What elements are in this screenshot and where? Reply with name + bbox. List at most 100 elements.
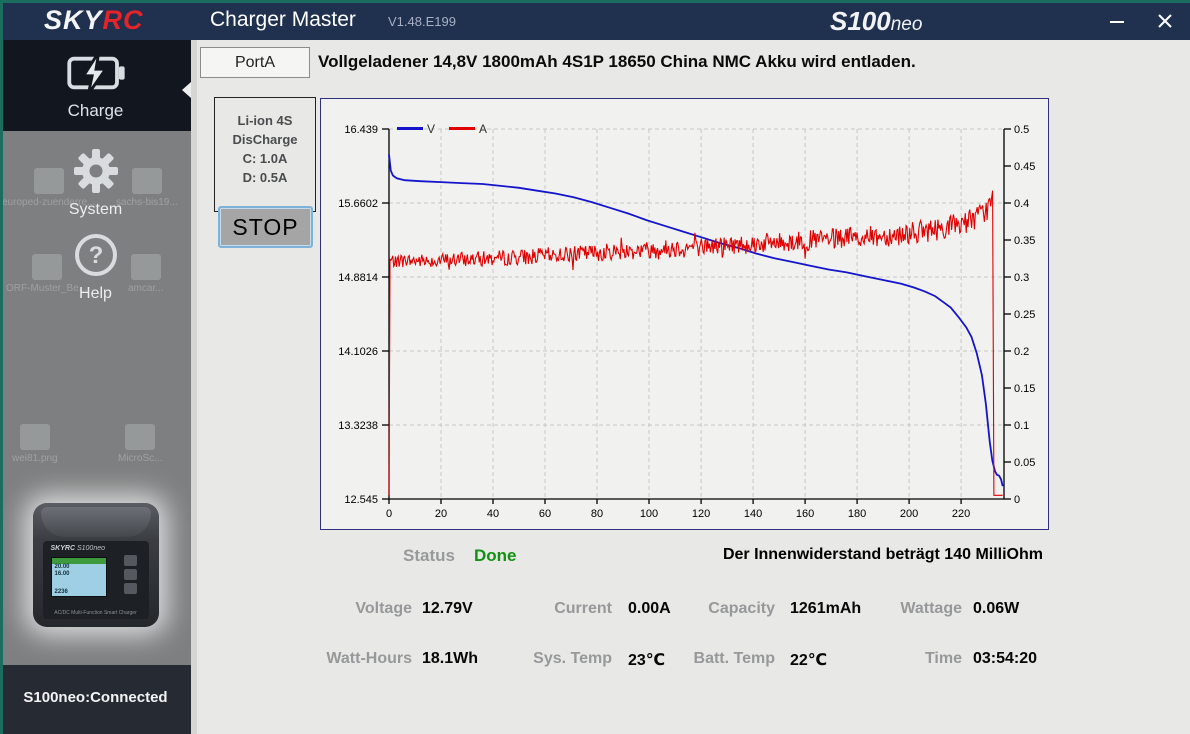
sidebar-item-help[interactable]: ? Help: [0, 226, 191, 302]
sidebar-item-charge[interactable]: Charge: [0, 40, 191, 131]
device-top-face: [40, 507, 151, 537]
main-content: PortA Vollgeladener 14,8V 1800mAh 4S1P 1…: [191, 40, 1190, 734]
device-front-panel: SKYRC S100neo 20.00 16.00 2236 AC/DC Mul…: [42, 541, 149, 619]
device-lcd-value1: 20.00: [54, 564, 70, 570]
svg-text:0.1: 0.1: [1014, 420, 1029, 432]
svg-text:180: 180: [848, 508, 866, 520]
svg-text:A: A: [479, 122, 487, 136]
svg-text:V: V: [427, 122, 435, 136]
svg-text:0.45: 0.45: [1014, 161, 1035, 173]
desktop-ghost-item: MicroSc...: [118, 424, 162, 464]
chart-plot-bg: [321, 99, 1048, 529]
svg-text:200: 200: [900, 508, 918, 520]
device-model: S100neo: [76, 545, 105, 552]
device-brand: SKYRC: [50, 545, 76, 552]
svg-text:0: 0: [386, 508, 392, 520]
svg-text:0.05: 0.05: [1014, 457, 1035, 469]
gear-icon: [0, 148, 191, 199]
svg-text:0.5: 0.5: [1014, 124, 1029, 136]
stat-label-watt-hours: Watt-Hours: [326, 650, 412, 667]
stat-label-batt-temp: Batt. Temp: [693, 650, 775, 667]
device-caption: AC/DC Multi-Function Smart Charger: [54, 610, 137, 616]
svg-text:100: 100: [640, 508, 658, 520]
logo-sky: SKY: [44, 5, 103, 35]
stat-label-voltage: Voltage: [355, 600, 412, 617]
content-left-strip: [191, 40, 197, 734]
model-name: S100: [830, 6, 891, 36]
svg-text:14.1026: 14.1026: [338, 346, 378, 358]
svg-text:160: 160: [796, 508, 814, 520]
window-edge-left: [0, 0, 3, 734]
svg-text:60: 60: [539, 508, 551, 520]
logo-rc: RC: [102, 5, 144, 35]
model-suffix: neo: [890, 14, 923, 35]
sidebar-item-label: Charge: [67, 101, 124, 120]
device-lcd-value2: 16.00: [54, 571, 70, 577]
svg-text:14.8814: 14.8814: [338, 272, 378, 284]
titlebar: SKYRC Charger Master V1.48.E199 S100neo: [0, 0, 1190, 40]
app-title: Charger Master: [210, 8, 356, 31]
stat-label-current: Current: [554, 600, 612, 617]
device-buttons: [123, 555, 139, 599]
svg-text:0.25: 0.25: [1014, 309, 1035, 321]
stat-label-time: Time: [924, 650, 962, 667]
status-row: Status Done Der Innenwiderstand beträgt …: [191, 546, 1190, 570]
status-value: Done: [474, 546, 517, 565]
window-edge-top: [0, 0, 1190, 3]
svg-text:220: 220: [952, 508, 970, 520]
svg-text:0.4: 0.4: [1014, 198, 1029, 210]
tab-porta[interactable]: PortA: [200, 47, 310, 78]
svg-text:12.545: 12.545: [344, 494, 378, 506]
svg-text:120: 120: [692, 508, 710, 520]
stat-value-time: 03:54:20: [973, 650, 1038, 667]
svg-text:0: 0: [1014, 494, 1020, 506]
resistance-message: Der Innenwiderstand beträgt 140 MilliOhm: [722, 546, 1043, 563]
connection-status-text: S100neo:Connected: [23, 689, 168, 706]
svg-text:15.6602: 15.6602: [338, 198, 378, 210]
close-button[interactable]: [1148, 8, 1182, 34]
device-lcd-screen: 20.00 16.00 2236: [50, 557, 107, 597]
svg-text:80: 80: [591, 508, 603, 520]
profile-box: Li-ion 4S DisCharge C: 1.0A D: 0.5A: [214, 97, 316, 212]
chart: 16.439 15.6602 14.8814 14.1026 13.3238 12.545…: [320, 98, 1049, 530]
device-lcd-value3: 2236: [54, 589, 68, 595]
profile-chemistry: Li-ion 4S: [237, 113, 293, 128]
minimize-icon: [1110, 21, 1124, 23]
stat-label-capacity: Capacity: [708, 600, 775, 617]
minimize-button[interactable]: [1100, 8, 1134, 34]
svg-text:?: ?: [88, 242, 103, 269]
svg-text:16.439: 16.439: [344, 124, 378, 136]
svg-text:0.35: 0.35: [1014, 235, 1035, 247]
profile-charge-current: C: 1.0A: [242, 151, 288, 166]
stop-button[interactable]: STOP: [218, 206, 313, 248]
svg-text:0.3: 0.3: [1014, 272, 1029, 284]
device-body: SKYRC S100neo 20.00 16.00 2236 AC/DC Mul…: [32, 503, 159, 627]
app-window: SKYRC Charger Master V1.48.E199 S100neo …: [0, 0, 1190, 734]
app-version: V1.48.E199: [388, 14, 456, 29]
stat-label-sys-temp: Sys. Temp: [533, 650, 612, 667]
svg-text:140: 140: [744, 508, 762, 520]
profile-discharge-current: D: 0.5A: [242, 170, 288, 185]
sidebar-item-system[interactable]: System: [0, 140, 191, 218]
connection-status-bar: S100neo:Connected: [0, 665, 191, 734]
status-message: Vollgeladener 14,8V 1800mAh 4S1P 18650 C…: [318, 52, 916, 71]
svg-text:40: 40: [487, 508, 499, 520]
charge-battery-icon: [0, 51, 191, 99]
stat-label-wattage: Wattage: [900, 600, 962, 617]
svg-text:20: 20: [435, 508, 447, 520]
model-logo: S100neo: [830, 6, 922, 37]
sidebar-item-label: System: [68, 201, 123, 218]
help-question-icon: ?: [0, 232, 191, 283]
device-image: SKYRC S100neo 20.00 16.00 2236 AC/DC Mul…: [0, 472, 191, 658]
svg-text:0.15: 0.15: [1014, 383, 1035, 395]
profile-mode: DisCharge: [232, 132, 298, 147]
svg-text:13.3238: 13.3238: [338, 420, 378, 432]
sidebar-item-label: Help: [79, 285, 112, 302]
status-label: Status: [403, 546, 455, 565]
skyrc-logo: SKYRC: [44, 5, 144, 36]
sidebar: Bedienungsan...europed-zuenderre...sachs…: [0, 40, 191, 734]
close-icon: [1158, 14, 1172, 28]
desktop-ghost-item: wei81.png: [12, 424, 58, 464]
svg-text:0.2: 0.2: [1014, 346, 1029, 358]
selected-item-arrow: [182, 82, 191, 98]
